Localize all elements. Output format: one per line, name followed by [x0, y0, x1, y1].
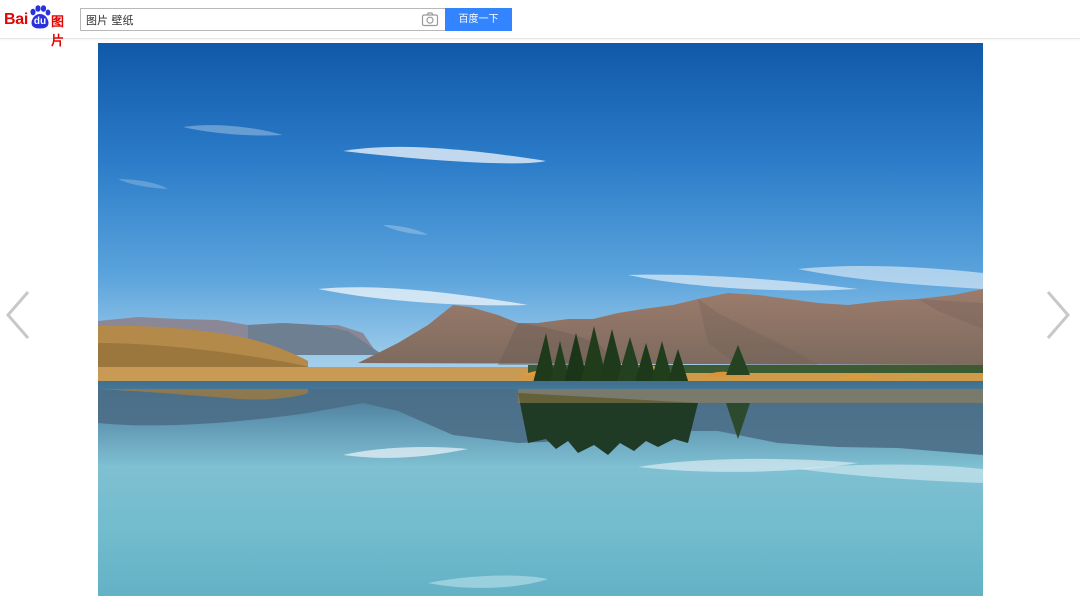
logo-text-bai: Bai	[4, 11, 28, 28]
search-input[interactable]	[80, 8, 445, 31]
top-bar: Bai du 图片 百度一下	[0, 0, 1080, 49]
logo-text-tupian: 图片	[51, 15, 65, 49]
baidu-images-logo[interactable]: Bai du 图片	[4, 5, 76, 49]
landscape-lake-mountains-image	[98, 43, 983, 596]
chevron-left-icon[interactable]	[2, 288, 32, 342]
camera-icon[interactable]	[421, 11, 439, 28]
main-image[interactable]	[98, 43, 983, 596]
search-button[interactable]: 百度一下	[445, 8, 512, 31]
logo-text-du: du	[33, 16, 47, 27]
chevron-right-icon[interactable]	[1044, 288, 1074, 342]
